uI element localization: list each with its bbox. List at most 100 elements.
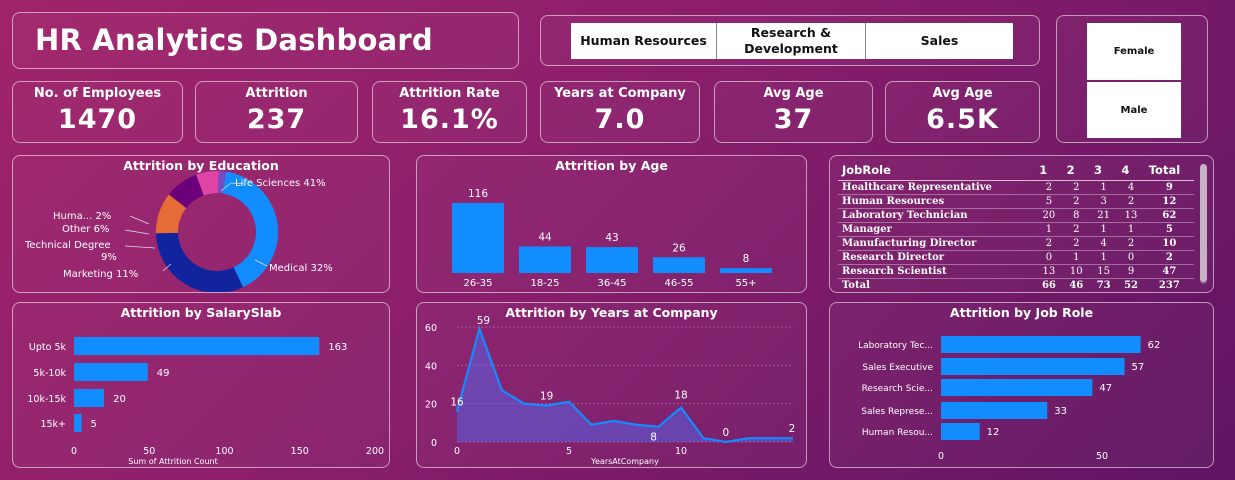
salary-bar-chart: 163 Upto 5k 49 5k-10k 20 10k-15k 5 15k+ 0 50 100 15… <box>27 337 384 466</box>
axis-tick-label: 150 <box>291 446 309 457</box>
job-role-cell: Laboratory Technician <box>838 208 1036 223</box>
job-role-cell: Human Resources <box>838 194 1036 209</box>
value-cell: 1 <box>1062 250 1090 265</box>
column-header[interactable]: 1 <box>1035 162 1063 181</box>
bar <box>74 389 105 407</box>
job-role-cell: Total <box>842 280 870 292</box>
value-cell: 62 <box>1144 208 1194 223</box>
dashboard-title: HR Analytics Dashboard <box>35 23 433 57</box>
leader-line <box>124 245 156 249</box>
axis-tick-label: 50 <box>143 446 155 457</box>
value-cell: 47 <box>1144 264 1194 279</box>
category-label: Laboratory Tec... <box>858 341 933 351</box>
axis-tick-label: 20 <box>425 400 437 411</box>
column-header[interactable]: 4 <box>1117 162 1145 181</box>
kpi-card-avg-age: Avg Age 37 <box>714 81 873 143</box>
bar <box>452 203 504 273</box>
bar-value-label: 116 <box>468 188 488 200</box>
bar-value-label: 57 <box>1132 362 1145 373</box>
category-label: 18-25 <box>530 278 559 289</box>
category-label: 26-35 <box>463 278 492 289</box>
chart-attrition-by-salaryslab: Attrition by SalarySlab 163 Upto 5k 49 5k-1… <box>12 302 390 468</box>
category-label: 10k-15k <box>27 394 66 405</box>
bar-value-label: 163 <box>328 342 347 353</box>
department-button-sales[interactable]: Sales <box>866 23 1013 59</box>
point-label: 8 <box>650 432 657 444</box>
bar <box>720 268 772 273</box>
axis-tick-label: 50 <box>1096 451 1108 462</box>
value-cell: 73 <box>1096 280 1111 292</box>
value-cell: 2 <box>1117 236 1145 251</box>
bar-value-label: 47 <box>1099 383 1112 394</box>
point-label: 59 <box>477 315 490 327</box>
gender-button-male[interactable]: Male <box>1087 82 1181 138</box>
value-cell: 1 <box>1089 180 1118 195</box>
value-cell: 46 <box>1069 280 1084 292</box>
job-role-cell: Research Director <box>838 250 1036 265</box>
gender-slicer: Female Male <box>1056 15 1208 143</box>
point-label: 19 <box>540 391 553 403</box>
table-scrollbar[interactable] <box>1200 164 1207 284</box>
slice-label: Life Sciences 41% <box>235 178 326 189</box>
axis-tick-label: 0 <box>431 438 437 449</box>
value-cell: 2 <box>1062 236 1090 251</box>
bar-value-label: 5 <box>91 419 97 430</box>
value-cell: 2 <box>1062 180 1090 195</box>
kpi-label: Years at Company <box>554 86 686 101</box>
kpi-card-avg-income: Avg Age 6.5K <box>885 81 1040 143</box>
axis-tick-label: 60 <box>425 323 437 334</box>
age-bar-chart: 116 26-35 44 18-25 43 36-45 26 46-55 8 55+ <box>452 188 772 289</box>
slice-label: Marketing 11% <box>63 269 138 280</box>
donut-chart: Life Sciences 41% Medical 32% Marketing 11… <box>24 171 333 292</box>
value-cell: 4 <box>1089 236 1118 251</box>
value-cell: 8 <box>1062 208 1090 223</box>
slice-label: 9% <box>101 252 117 263</box>
gender-button-female[interactable]: Female <box>1087 23 1181 80</box>
point-label: 16 <box>450 396 464 408</box>
category-label: Research Scie... <box>862 384 933 394</box>
point-label: 0 <box>722 427 729 439</box>
table-row: Research Scientist 13 10 15 9 47 <box>838 264 1194 279</box>
bar-value-label: 26 <box>672 242 686 254</box>
value-cell: 4 <box>1117 180 1145 195</box>
kpi-value: 37 <box>773 104 814 135</box>
value-cell: 9 <box>1117 264 1145 279</box>
kpi-value: 237 <box>246 104 307 135</box>
bar <box>941 423 980 440</box>
table-row: Manager 1 2 1 1 5 <box>838 222 1194 237</box>
value-cell: 13 <box>1117 208 1145 223</box>
kpi-value: 6.5K <box>926 104 999 135</box>
table-header-row: JobRole 1 2 3 4 Total <box>838 162 1194 181</box>
leader-line <box>124 229 150 235</box>
axis-tick-label: 0 <box>454 446 460 457</box>
bar <box>74 337 320 355</box>
kpi-card-years-at-company: Years at Company 7.0 <box>540 81 700 143</box>
column-header[interactable]: 3 <box>1089 162 1118 181</box>
kpi-label: Avg Age <box>932 86 993 101</box>
scrollbar-thumb[interactable] <box>1200 164 1207 282</box>
chart-attrition-by-age: Attrition by Age 116 26-35 44 18-25 43 36-45 2… <box>416 155 807 293</box>
column-header[interactable]: JobRole <box>838 162 1036 181</box>
kpi-value: 1470 <box>57 104 138 135</box>
bar-value-label: 8 <box>743 253 750 265</box>
column-header[interactable]: Total <box>1144 162 1194 181</box>
bar-value-label: 20 <box>113 394 126 405</box>
department-slicer: Human Resources Research & Development S… <box>540 15 1040 66</box>
slice-label: Other 6% <box>62 224 109 235</box>
slice-label: Medical 32% <box>269 263 333 274</box>
axis-tick-label: 0 <box>71 446 77 457</box>
bar <box>941 358 1125 375</box>
value-cell: 12 <box>1144 194 1194 209</box>
value-cell: 237 <box>1158 280 1180 292</box>
department-button-human-resources[interactable]: Human Resources <box>571 23 717 59</box>
column-header[interactable]: 2 <box>1062 162 1090 181</box>
bar <box>941 336 1141 353</box>
axis-tick-label: 40 <box>425 361 437 372</box>
department-button-research-development[interactable]: Research & Development <box>717 23 866 59</box>
value-cell: 52 <box>1124 280 1138 292</box>
category-label: Sales Executive <box>862 363 933 373</box>
slice-label: Technical Degree <box>24 240 111 251</box>
category-label: 55+ <box>735 278 756 289</box>
value-cell: 10 <box>1062 264 1090 279</box>
chart-attrition-by-job-role: Attrition by Job Role 62 Laboratory Tec..… <box>829 302 1214 468</box>
